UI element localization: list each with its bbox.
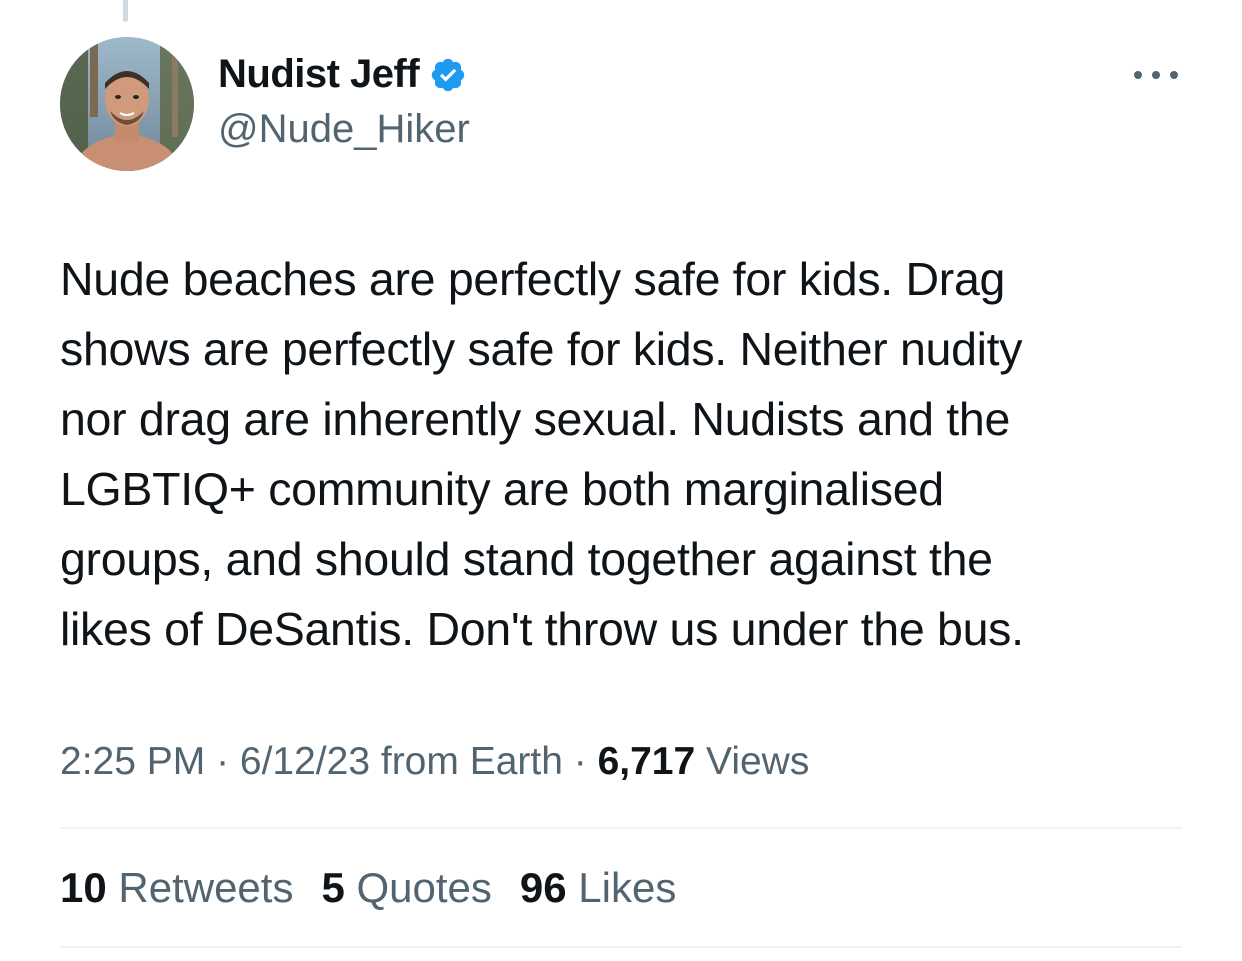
quotes-count: 5: [321, 864, 345, 911]
engagement-stats: 10 Retweets 5 Quotes 96 Likes: [60, 864, 676, 912]
avatar-image: [60, 37, 194, 171]
retweets-stat[interactable]: 10 Retweets: [60, 864, 293, 912]
author-handle[interactable]: @Nude_Hiker: [218, 107, 470, 152]
author-display-name[interactable]: Nudist Jeff: [218, 52, 420, 97]
more-options-icon[interactable]: [1128, 58, 1184, 92]
views-label: Views: [695, 740, 810, 783]
quotes-stat[interactable]: 5 Quotes: [321, 864, 491, 912]
likes-count: 96: [519, 864, 567, 911]
divider: [60, 946, 1182, 948]
divider: [60, 827, 1182, 829]
tweet-text: Nude beaches are perfectly safe for kids…: [60, 253, 1024, 655]
thread-connector-line: [123, 0, 128, 22]
avatar[interactable]: [60, 37, 194, 171]
quotes-label: Quotes: [344, 864, 492, 911]
views-count: 6,717: [597, 740, 696, 783]
retweets-count: 10: [60, 864, 107, 911]
tweet-meta: 2:25 PM · 6/12/23 from Earth · 6,717 Vie…: [60, 740, 809, 784]
likes-label: Likes: [566, 864, 677, 911]
verified-badge-icon[interactable]: [429, 56, 467, 94]
author-display-name-row[interactable]: Nudist Jeff: [218, 52, 467, 97]
likes-stat[interactable]: 96 Likes: [520, 864, 676, 912]
retweets-label: Retweets: [106, 864, 294, 911]
tweet-timestamp[interactable]: 2:25 PM · 6/12/23 from Earth ·: [60, 740, 598, 783]
